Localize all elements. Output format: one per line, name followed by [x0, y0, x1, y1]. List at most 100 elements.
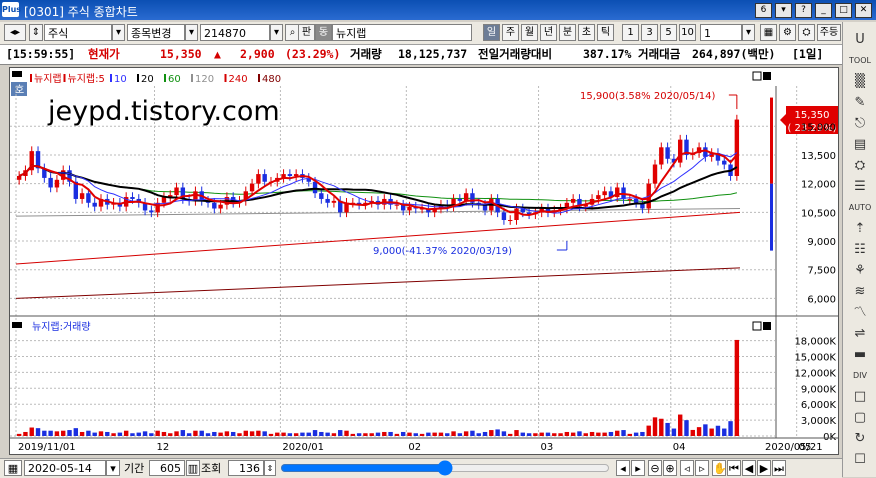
volume-axis-label: 6,000K	[801, 400, 837, 411]
last-page-icon[interactable]: ⏭	[772, 460, 786, 476]
sidebar-tool-icon[interactable]: ▒	[848, 72, 872, 92]
period-input[interactable]: 605	[149, 460, 185, 476]
period-label: 기간	[124, 462, 145, 475]
volume-panel-maximize-icon[interactable]	[752, 321, 762, 331]
window-number-badge[interactable]: 6	[755, 3, 772, 18]
scroll-right-icon[interactable]: ▸	[631, 460, 645, 476]
legend-swatch	[191, 74, 193, 82]
candle-body	[596, 195, 601, 199]
sidebar-tool-icon[interactable]: ⇌	[848, 324, 872, 344]
close-icon[interactable]: ✕	[855, 3, 872, 18]
sidebar-tool-icon[interactable]: ↻	[848, 429, 872, 449]
hand-tool-icon[interactable]: ✋	[712, 460, 727, 476]
sidebar-tool-icon[interactable]: □	[848, 387, 872, 407]
prev-icon[interactable]: ◀	[742, 460, 756, 476]
next-icon[interactable]: ▶	[757, 460, 771, 476]
period-second-button[interactable]: 초	[578, 24, 595, 41]
prev-next-arrows-icon[interactable]: ◂▸	[4, 24, 26, 41]
sidebar-tool-icon[interactable]: ☰	[848, 177, 872, 197]
current-price: 15,350	[160, 47, 202, 61]
sidebar-tool-icon[interactable]: AUTO	[848, 198, 872, 218]
date-dropdown-icon[interactable]: ▾	[106, 460, 120, 476]
interval-1-button[interactable]: 1	[622, 24, 639, 41]
settings-icon[interactable]: ⚙	[779, 24, 796, 41]
candle-body	[92, 202, 97, 207]
pan-button[interactable]: 판	[298, 24, 315, 41]
page-left-icon[interactable]: ◃	[680, 460, 694, 476]
volume-bar	[640, 431, 645, 436]
extra-button[interactable]: 주등	[817, 24, 841, 41]
zoom-in-icon[interactable]: ⊕	[663, 460, 677, 476]
period-week-button[interactable]: 주	[502, 24, 519, 41]
view-count-input[interactable]: 136	[228, 460, 264, 476]
interval-3-button[interactable]: 3	[641, 24, 658, 41]
volume-bar	[489, 430, 494, 436]
maximize-icon[interactable]: □	[835, 3, 852, 18]
volume-bar	[375, 432, 381, 436]
period-month-button[interactable]: 월	[521, 24, 538, 41]
volume-bar	[577, 431, 582, 436]
panel-handle-icon[interactable]	[12, 71, 22, 77]
market-dropdown-icon[interactable]: ▾	[112, 24, 125, 41]
volume-panel-handle-icon[interactable]	[12, 322, 22, 328]
sidebar-tool-icon[interactable]: ▢	[848, 408, 872, 428]
calendar-icon[interactable]: ▦	[4, 460, 22, 476]
legend-swatch	[224, 74, 227, 82]
volume-bar	[73, 428, 79, 436]
sidebar-tool-icon[interactable]: ☷	[848, 240, 872, 260]
interval-10-button[interactable]: 10	[679, 24, 696, 41]
panel-close-icon[interactable]	[763, 72, 771, 80]
updown-spinner-icon[interactable]: ⇕	[29, 24, 43, 41]
scroll-left-icon[interactable]: ◂	[616, 460, 630, 476]
minimize-icon[interactable]: _	[815, 3, 832, 18]
market-select[interactable]: 주식	[44, 24, 112, 41]
sidebar-tool-icon[interactable]: ≋	[848, 282, 872, 302]
chart-area[interactable]: 뉴지랩 뉴지랩:5 10 20 60 120 240 480 호 jeypd.tistory.…	[9, 67, 839, 455]
sidebar-tool-icon[interactable]: 〽	[848, 303, 872, 323]
sidebar-tool-icon[interactable]: ⎋	[848, 114, 872, 134]
sidebar-tool-icon[interactable]: ⚘	[848, 261, 872, 281]
period-day-button[interactable]: 일	[483, 24, 500, 41]
volume-bar	[520, 432, 526, 436]
sidebar-tool-icon[interactable]: ✎	[848, 93, 872, 113]
volume-bar	[356, 433, 362, 436]
interval-5-button[interactable]: 5	[660, 24, 677, 41]
date-input[interactable]: 2020-05-14	[24, 460, 106, 476]
interval-input[interactable]: 1	[700, 24, 742, 41]
sidebar-tool-icon[interactable]: ☐	[848, 450, 872, 470]
volume-bar	[205, 433, 211, 436]
sidebar-tool-icon[interactable]: ⇡	[848, 219, 872, 239]
zoom-out-icon[interactable]: ⊖	[648, 460, 662, 476]
period-tick-button[interactable]: 틱	[597, 24, 614, 41]
volume-bar	[281, 432, 286, 436]
help-icon[interactable]: ?	[795, 3, 812, 18]
volume-bar	[212, 431, 217, 436]
gear-icon[interactable]: ⛭	[798, 24, 815, 41]
sidebar-tool-icon[interactable]: U	[848, 30, 872, 50]
volume-bar	[306, 432, 311, 436]
menu-icon[interactable]: ▾	[775, 3, 792, 18]
period-year-button[interactable]: 년	[540, 24, 557, 41]
interval-dropdown-icon[interactable]: ▾	[742, 24, 755, 41]
view-spinner-icon[interactable]: ⇕	[264, 460, 276, 476]
volume-legend: 뉴지랩:거래량	[32, 321, 91, 333]
chart-svg[interactable]: 뉴지랩 뉴지랩:5 10 20 60 120 240 480 호 jeypd.tistory.…	[10, 68, 838, 454]
page-right-icon[interactable]: ▹	[695, 460, 709, 476]
sidebar-tool-icon[interactable]: ▬	[848, 345, 872, 365]
stock-code-input[interactable]: 214870	[200, 24, 270, 41]
grid-icon[interactable]: ▦	[760, 24, 777, 41]
code-dropdown-icon[interactable]: ▾	[270, 24, 283, 41]
view-toggle-icon[interactable]: ▥	[186, 460, 200, 476]
mode-dropdown-icon[interactable]: ▾	[185, 24, 198, 41]
mode-select[interactable]: 종목변경	[127, 24, 185, 41]
sidebar-tool-icon[interactable]: ▤	[848, 135, 872, 155]
sidebar-tool-icon[interactable]: TOOL	[848, 51, 872, 71]
first-page-icon[interactable]: ⏮	[727, 460, 741, 476]
sidebar-tool-icon[interactable]: ⛭	[848, 156, 872, 176]
volume-panel-close-icon[interactable]	[763, 322, 771, 330]
sidebar-tool-icon[interactable]: DIV	[848, 366, 872, 386]
chart-scroll-slider[interactable]	[280, 461, 610, 475]
title-bar: Plus [0301] 주식 종합차트 6 ▾ ? _ □ ✕	[0, 0, 876, 20]
period-minute-button[interactable]: 분	[559, 24, 576, 41]
time-stamp: [15:59:55]	[6, 47, 76, 61]
